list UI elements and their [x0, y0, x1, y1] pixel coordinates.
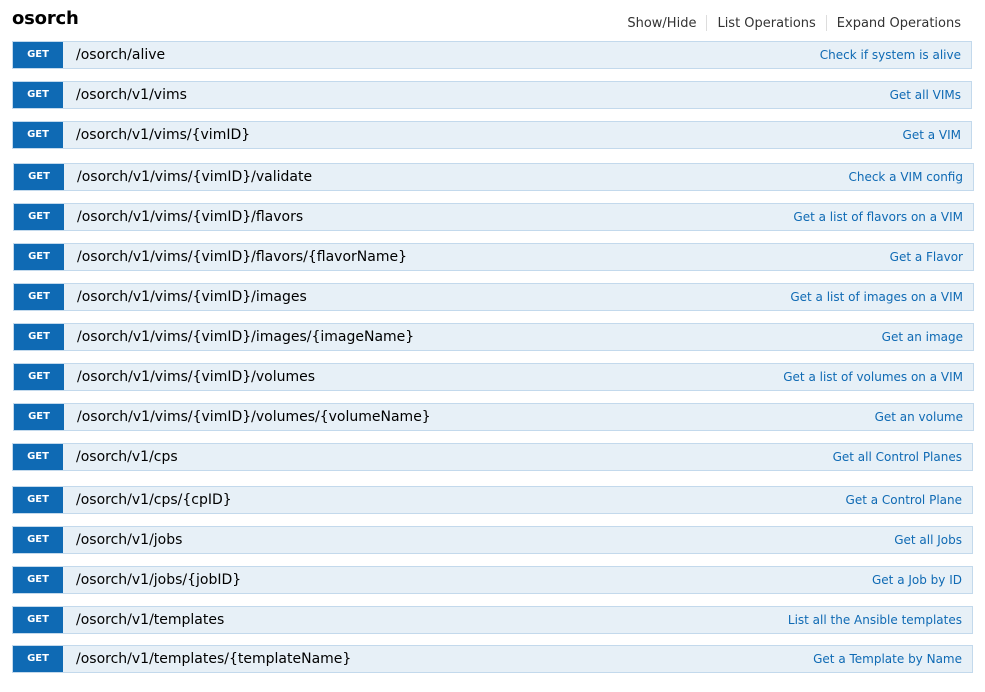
operation-path[interactable]: /osorch/v1/vims/{vimID}/images/{imageNam…: [77, 324, 414, 350]
method-badge[interactable]: GET: [14, 324, 64, 350]
method-badge[interactable]: GET: [14, 244, 64, 270]
operation-row[interactable]: GET /osorch/v1/vims/{vimID}/flavors/{fla…: [13, 243, 974, 271]
operation-path[interactable]: /osorch/v1/vims/{vimID}/flavors: [77, 204, 303, 230]
operation-row[interactable]: GET /osorch/alive Check if system is ali…: [12, 41, 972, 69]
operation-path[interactable]: /osorch/v1/cps: [76, 444, 178, 470]
operation-row[interactable]: GET /osorch/v1/templates/{templateName} …: [12, 645, 973, 673]
operation-path[interactable]: /osorch/v1/vims/{vimID}/validate: [77, 164, 312, 190]
operation-summary[interactable]: Get a list of flavors on a VIM: [793, 204, 963, 230]
operation-path[interactable]: /osorch/v1/cps/{cpID}: [76, 487, 232, 513]
operation-row[interactable]: GET /osorch/v1/vims/{vimID}/validate Che…: [13, 163, 974, 191]
operation-row[interactable]: GET /osorch/v1/vims/{vimID}/flavors Get …: [13, 203, 974, 231]
operation-summary[interactable]: Check a VIM config: [848, 164, 963, 190]
method-badge[interactable]: GET: [14, 284, 64, 310]
operation-summary[interactable]: Get an volume: [875, 404, 963, 430]
operation-row[interactable]: GET /osorch/v1/templates List all the An…: [12, 606, 973, 634]
operation-row[interactable]: GET /osorch/v1/jobs Get all Jobs: [12, 526, 973, 554]
method-badge[interactable]: GET: [14, 404, 64, 430]
method-badge[interactable]: GET: [13, 527, 63, 553]
operation-summary[interactable]: Get a VIM: [903, 122, 961, 148]
operation-summary[interactable]: Get a Control Plane: [846, 487, 962, 513]
operation-summary[interactable]: Check if system is alive: [820, 42, 961, 68]
method-badge[interactable]: GET: [13, 122, 63, 148]
operation-row[interactable]: GET /osorch/v1/vims/{vimID}/images/{imag…: [13, 323, 974, 351]
method-badge[interactable]: GET: [14, 164, 64, 190]
operation-row[interactable]: GET /osorch/v1/vims/{vimID}/volumes Get …: [13, 363, 974, 391]
operations-list: GET /osorch/alive Check if system is ali…: [12, 0, 974, 692]
operation-row[interactable]: GET /osorch/v1/vims/{vimID}/images Get a…: [13, 283, 974, 311]
method-badge[interactable]: GET: [14, 364, 64, 390]
operation-path[interactable]: /osorch/v1/vims/{vimID}/flavors/{flavorN…: [77, 244, 407, 270]
method-badge[interactable]: GET: [13, 646, 63, 672]
operation-path[interactable]: /osorch/v1/templates/{templateName}: [76, 646, 351, 672]
operation-summary[interactable]: Get a Job by ID: [872, 567, 962, 593]
operation-row[interactable]: GET /osorch/v1/vims Get all VIMs: [12, 81, 972, 109]
operation-path[interactable]: /osorch/v1/jobs: [76, 527, 182, 553]
operation-path[interactable]: /osorch/v1/vims/{vimID}/volumes/{volumeN…: [77, 404, 431, 430]
operation-path[interactable]: /osorch/v1/vims/{vimID}/volumes: [77, 364, 315, 390]
operation-row[interactable]: GET /osorch/v1/vims/{vimID}/volumes/{vol…: [13, 403, 974, 431]
operation-path[interactable]: /osorch/v1/vims/{vimID}: [76, 122, 250, 148]
operation-summary[interactable]: Get all VIMs: [890, 82, 961, 108]
operation-row[interactable]: GET /osorch/v1/cps/{cpID} Get a Control …: [12, 486, 973, 514]
operation-path[interactable]: /osorch/alive: [76, 42, 165, 68]
operation-row[interactable]: GET /osorch/v1/jobs/{jobID} Get a Job by…: [12, 566, 973, 594]
method-badge[interactable]: GET: [13, 567, 63, 593]
operation-summary[interactable]: Get a list of images on a VIM: [790, 284, 963, 310]
operation-row[interactable]: GET /osorch/v1/vims/{vimID} Get a VIM: [12, 121, 972, 149]
operation-summary[interactable]: Get a Template by Name: [813, 646, 962, 672]
operation-summary[interactable]: Get a list of volumes on a VIM: [783, 364, 963, 390]
operation-summary[interactable]: Get all Control Planes: [833, 444, 962, 470]
operation-summary[interactable]: Get an image: [882, 324, 963, 350]
operation-path[interactable]: /osorch/v1/jobs/{jobID}: [76, 567, 241, 593]
method-badge[interactable]: GET: [13, 487, 63, 513]
operation-summary[interactable]: List all the Ansible templates: [788, 607, 962, 633]
method-badge[interactable]: GET: [13, 82, 63, 108]
operation-path[interactable]: /osorch/v1/templates: [76, 607, 224, 633]
method-badge[interactable]: GET: [13, 607, 63, 633]
operation-path[interactable]: /osorch/v1/vims: [76, 82, 187, 108]
operation-row[interactable]: GET /osorch/v1/cps Get all Control Plane…: [12, 443, 973, 471]
method-badge[interactable]: GET: [13, 444, 63, 470]
operation-path[interactable]: /osorch/v1/vims/{vimID}/images: [77, 284, 307, 310]
operation-summary[interactable]: Get all Jobs: [894, 527, 962, 553]
operation-summary[interactable]: Get a Flavor: [890, 244, 963, 270]
method-badge[interactable]: GET: [14, 204, 64, 230]
method-badge[interactable]: GET: [13, 42, 63, 68]
